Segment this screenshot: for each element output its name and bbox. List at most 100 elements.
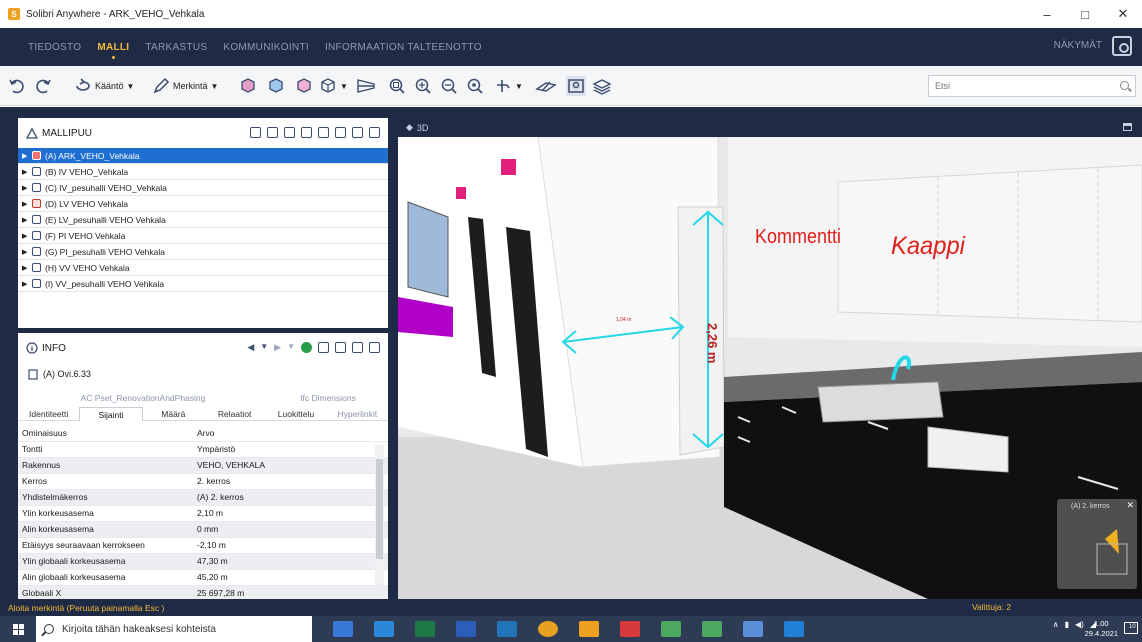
tree-item-d[interactable]: ▶ (D) LV VEHO Vehkala [18, 196, 388, 212]
panel-undock-icon[interactable] [335, 127, 346, 138]
start-button[interactable] [0, 616, 36, 642]
floor-minimap[interactable]: (A) 2. kerros ✕ [1057, 499, 1137, 589]
zoom-out-icon[interactable] [440, 76, 458, 96]
panel-maximize-icon[interactable] [369, 342, 380, 353]
select-components-icon[interactable] [238, 76, 258, 96]
app-icon[interactable] [702, 621, 722, 637]
expand-arrow-icon[interactable]: ▶ [22, 264, 32, 272]
expand-arrow-icon[interactable]: ▶ [22, 280, 32, 288]
tab-hyperlinkit[interactable]: Hyperlinkit [326, 407, 388, 421]
tree-item-e[interactable]: ▶ (E) LV_pesuhalli VEHO Vehkala [18, 212, 388, 228]
undo-icon[interactable] [8, 76, 26, 96]
history-dropdown-icon[interactable]: ▼ [260, 342, 268, 353]
rotate-tool-button[interactable]: Kääntö ▼ [74, 76, 134, 96]
solibri-app-icon[interactable] [579, 621, 599, 637]
menu-malli[interactable]: MALLI [97, 42, 129, 59]
column-header-arvo[interactable]: Arvo [193, 425, 388, 442]
panel-tile-icon[interactable] [318, 127, 329, 138]
walk-mode-caret[interactable]: ▼ [515, 76, 523, 96]
show-all-icon[interactable] [318, 76, 338, 96]
next-arrow-icon[interactable]: ▶ [274, 342, 281, 353]
taskbar-clock[interactable]: 1.00 29.4.2021 [1085, 619, 1118, 639]
tab-relaatiot[interactable]: Relaatiot [203, 407, 266, 421]
tree-hierarchy-icon[interactable] [250, 127, 261, 138]
zoom-in-icon[interactable] [414, 76, 432, 96]
outlook-app-icon[interactable] [497, 621, 517, 637]
app-icon[interactable] [661, 621, 681, 637]
tree-item-a[interactable]: ▶ (A) ARK_VEHO_Vehkala [18, 148, 388, 164]
markup-dropdown-caret[interactable]: ▼ [211, 82, 219, 91]
volume-icon[interactable]: ◀) [1075, 620, 1084, 629]
expand-arrow-icon[interactable]: ▶ [22, 168, 32, 176]
maximize-view-icon[interactable] [1123, 123, 1132, 131]
filter-dropdown-icon[interactable]: ▼ [287, 342, 295, 353]
tab-group-ifc-dimensions[interactable]: Ifc Dimensions [268, 393, 388, 407]
tree-location-icon[interactable] [301, 127, 312, 138]
tab-maara[interactable]: Määrä [142, 407, 204, 421]
expand-arrow-icon[interactable]: ▶ [22, 216, 32, 224]
menu-informaation-talteenotto[interactable]: INFORMAATION TALTEENOTTO [325, 42, 482, 53]
minimize-button[interactable]: – [1028, 0, 1066, 28]
app-icon[interactable] [784, 621, 804, 637]
expand-arrow-icon[interactable]: ▶ [22, 248, 32, 256]
panel-minimize-icon[interactable] [352, 342, 363, 353]
isolate-components-icon[interactable] [294, 76, 314, 96]
pdf-app-icon[interactable] [620, 621, 640, 637]
column-header-ominaisuus[interactable]: Ominaisuus [18, 425, 193, 442]
tree-item-g[interactable]: ▶ (G) PI_pesuhalli VEHO Vehkala [18, 244, 388, 260]
panel-undock-icon[interactable] [335, 342, 346, 353]
markup-tool-button[interactable]: Merkintä ▼ [152, 76, 218, 96]
tray-chevron-icon[interactable]: ∧ [1053, 620, 1059, 629]
search-icon[interactable] [1120, 81, 1129, 90]
rotate-dropdown-caret[interactable]: ▼ [127, 82, 135, 91]
perspective-view-icon[interactable] [355, 76, 377, 96]
floor-map-icon[interactable] [566, 76, 586, 96]
search-input[interactable] [929, 76, 1109, 96]
table-row[interactable]: Yhdistelmäkerros (A) 2. kerros [18, 489, 388, 506]
table-row[interactable]: Ylin korkeusasema 2,10 m [18, 505, 388, 522]
properties-scrollbar[interactable] [375, 445, 384, 585]
tree-item-f[interactable]: ▶ (F) PI VEHO Vehkala [18, 228, 388, 244]
table-row[interactable]: Rakennus VEHO, VEHKALA [18, 457, 388, 474]
layers-icon[interactable] [592, 76, 612, 96]
sync-selection-icon[interactable] [301, 342, 312, 353]
word-app-icon[interactable] [456, 621, 476, 637]
excel-app-icon[interactable] [415, 621, 435, 637]
panel-maximize-icon[interactable] [369, 127, 380, 138]
expand-arrow-icon[interactable]: ▶ [22, 184, 32, 192]
previous-arrow-icon[interactable]: ◀ [247, 342, 254, 353]
close-button[interactable]: ✕ [1104, 0, 1142, 28]
tree-item-h[interactable]: ▶ (H) VV VEHO Vehkala [18, 260, 388, 276]
file-explorer-app-icon[interactable] [374, 621, 394, 637]
chrome-app-icon[interactable] [538, 621, 558, 637]
restore-button[interactable]: □ [1066, 0, 1104, 28]
menu-tarkastus[interactable]: TARKASTUS [145, 42, 207, 53]
section-plane-icon[interactable] [534, 76, 558, 96]
menu-kommunikointi[interactable]: KOMMUNIKOINTI [223, 42, 309, 53]
scrollbar-thumb[interactable] [376, 459, 383, 559]
taskbar-search[interactable]: Kirjoita tähän hakeaksesi kohteista [36, 616, 312, 642]
zoom-fit-icon[interactable] [388, 76, 406, 96]
battery-icon[interactable]: ▮ [1065, 620, 1069, 629]
task-view-app-icon[interactable] [333, 621, 353, 637]
tab-identiteetti[interactable]: Identiteetti [18, 407, 80, 421]
tree-item-i[interactable]: ▶ (I) VV_pesuhalli VEHO Vehkala [18, 276, 388, 292]
tree-discipline-icon[interactable] [267, 127, 278, 138]
tree-item-b[interactable]: ▶ (B) IV VEHO_Vehkala [18, 164, 388, 180]
expand-arrow-icon[interactable]: ▶ [22, 232, 32, 240]
tab-group-renovation[interactable]: AC Pset_RenovationAndPhasing [18, 393, 268, 407]
table-row[interactable]: Alin korkeusasema 0 mm [18, 521, 388, 538]
views-menu[interactable]: NÄKYMÄT [1054, 40, 1102, 51]
3d-viewport[interactable]: ◆ 3D Kommentti Kaappi 2,26 m 1,04 m (A) … [398, 118, 1142, 599]
tree-item-c[interactable]: ▶ (C) IV_pesuhalli VEHO_Vehkala [18, 180, 388, 196]
walk-mode-icon[interactable] [494, 76, 512, 96]
table-row[interactable]: Kerros 2. kerros [18, 473, 388, 490]
redo-icon[interactable] [34, 76, 52, 96]
views-camera-icon[interactable] [1112, 36, 1132, 56]
table-row[interactable]: Globaali X 25 697,28 m [18, 585, 388, 599]
notification-center-icon[interactable]: 10 [1124, 622, 1138, 634]
hide-components-icon[interactable] [266, 76, 286, 96]
table-row[interactable]: Tontti Ympäristö [18, 441, 388, 458]
table-row[interactable]: Etäisyys seuraavaan kerrokseen -2,10 m [18, 537, 388, 554]
zoom-selection-icon[interactable] [466, 76, 484, 96]
